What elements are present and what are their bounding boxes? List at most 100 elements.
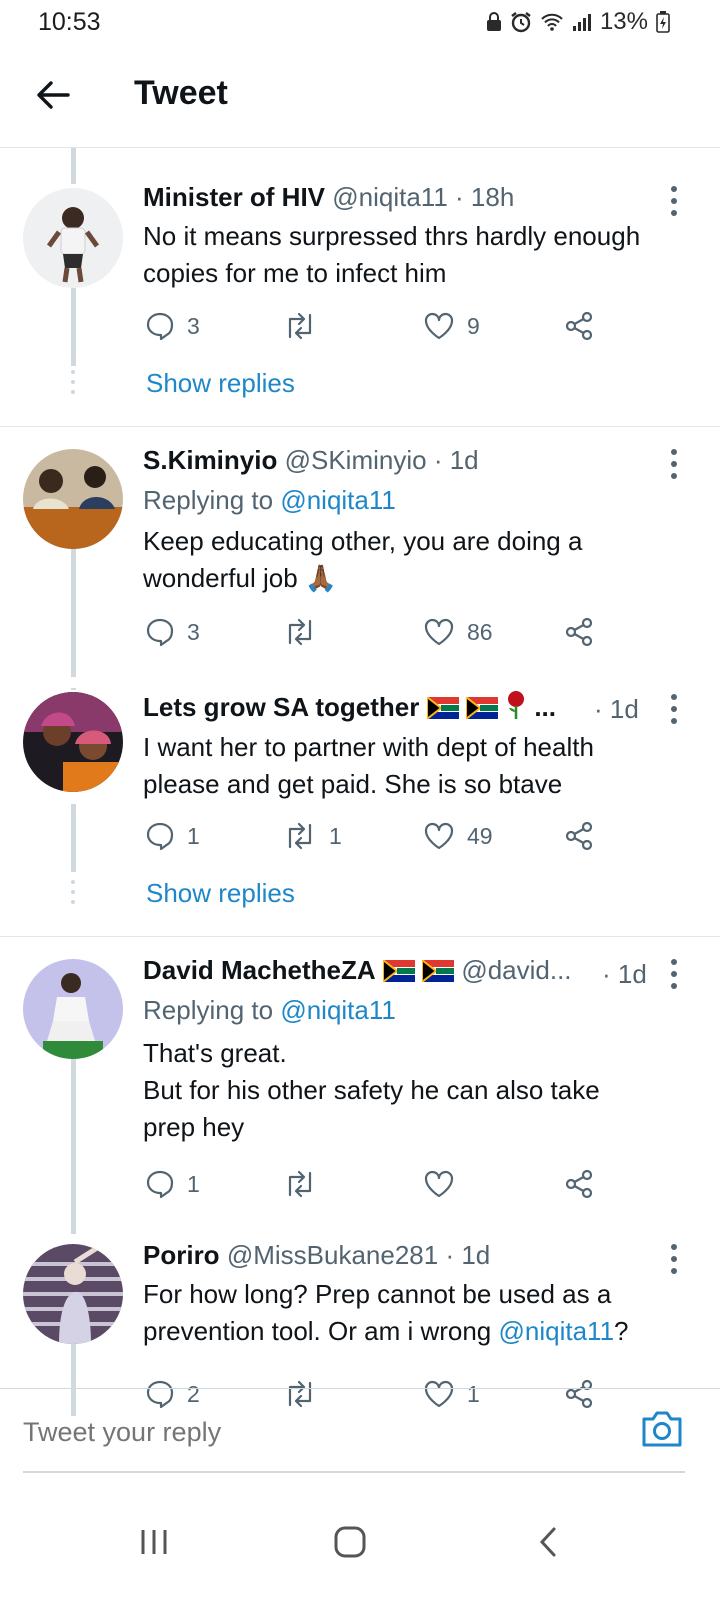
like-icon — [424, 822, 454, 850]
avatar[interactable] — [23, 188, 123, 288]
timestamp: · 1d — [602, 959, 647, 989]
tweet[interactable]: David MachetheZA @david... · 1d Replying… — [0, 937, 720, 1234]
tweet-text-line: please and get paid. She is so btave — [143, 769, 563, 799]
show-replies-link[interactable]: Show replies — [146, 368, 295, 399]
like-icon — [424, 618, 454, 646]
thread-continuation-dots — [69, 370, 77, 394]
display-name[interactable]: David MachetheZA — [143, 955, 376, 985]
share-icon — [565, 617, 593, 647]
tweet-text-line: I want her to partner with dept of healt… — [143, 732, 594, 762]
handle[interactable]: @david... — [461, 955, 571, 985]
reply-button[interactable]: 1 — [145, 1166, 200, 1202]
timestamp: · 1d — [445, 1240, 491, 1270]
retweet-button[interactable] — [283, 308, 329, 344]
reply-feed[interactable]: Minister of HIV @niqita11 · 18h No it me… — [0, 148, 720, 1416]
replying-to-label: Replying to — [143, 485, 274, 515]
reply-button[interactable]: 3 — [145, 308, 200, 344]
handle[interactable]: @SKiminyio — [285, 445, 427, 475]
folded-hands-emoji: 🙏🏾 — [304, 563, 338, 593]
tweet-text-line: copies for me to infect him — [143, 258, 447, 288]
display-name[interactable]: Poriro — [143, 1240, 220, 1270]
more-options-button[interactable] — [668, 1244, 680, 1274]
share-button[interactable] — [563, 308, 595, 344]
like-button[interactable] — [423, 1166, 467, 1202]
replying-to: Replying to @niqita11 — [143, 485, 396, 516]
replying-to-label: Replying to — [143, 995, 274, 1025]
reply-icon — [146, 822, 174, 851]
display-name[interactable]: S.Kiminyio — [143, 445, 277, 475]
status-time: 10:53 — [38, 8, 101, 36]
reply-count: 3 — [187, 618, 200, 645]
tweet[interactable]: S.Kiminyio @SKiminyio · 1d Replying to @… — [0, 427, 720, 677]
tweet-header: Lets grow SA together ... — [143, 690, 593, 727]
reply-count: 1 — [187, 1170, 200, 1197]
more-options-button[interactable] — [668, 694, 680, 724]
share-icon — [565, 311, 593, 341]
avatar[interactable] — [23, 959, 123, 1059]
like-button[interactable]: 86 — [423, 614, 493, 650]
camera-button[interactable] — [640, 1409, 684, 1453]
timestamp: · 1d — [433, 445, 479, 475]
more-options-button[interactable] — [668, 959, 680, 989]
retweet-icon — [288, 312, 312, 340]
tweet[interactable]: Lets grow SA together ... · 1d I want he… — [0, 688, 720, 936]
retweet-button[interactable] — [283, 1166, 329, 1202]
tweet-text-line: For how long? Prep cannot be used as a — [143, 1279, 612, 1309]
share-button[interactable] — [563, 614, 595, 650]
like-button[interactable]: 9 — [423, 308, 480, 344]
battery-charging-icon — [656, 11, 670, 33]
more-options-button[interactable] — [668, 186, 680, 216]
more-options-button[interactable] — [668, 449, 680, 479]
display-name[interactable]: Minister of HIV — [143, 182, 325, 212]
south-africa-flag-icon — [421, 957, 455, 989]
reply-input-underline — [23, 1471, 685, 1473]
reply-button[interactable]: 1 — [145, 818, 200, 854]
tweet-text-line: wonderful job 🙏🏾 — [143, 563, 338, 593]
like-icon — [424, 1170, 454, 1198]
top-app-bar: Tweet — [0, 46, 720, 148]
tweet-header: Poriro @MissBukane281 · 1d — [143, 1240, 490, 1271]
tweet[interactable]: Minister of HIV @niqita11 · 18h No it me… — [0, 148, 720, 426]
share-icon — [565, 821, 593, 851]
signal-icon — [572, 12, 592, 32]
avatar[interactable] — [23, 1244, 123, 1344]
mention-link[interactable]: @niqita11 — [499, 1316, 615, 1346]
tweet-actions: 3 86 — [143, 614, 613, 650]
retweet-button[interactable]: 1 — [283, 818, 342, 854]
mention-link[interactable]: @niqita11 — [280, 995, 396, 1025]
tweet-header: David MachetheZA @david... — [143, 955, 572, 989]
share-button[interactable] — [563, 1166, 595, 1202]
handle[interactable]: @niqita11 — [332, 182, 448, 212]
share-button[interactable] — [563, 818, 595, 854]
back-arrow-icon — [37, 81, 70, 109]
reply-input[interactable] — [23, 1417, 583, 1448]
like-count: 49 — [467, 822, 493, 849]
handle[interactable]: @MissBukane281 — [227, 1240, 438, 1270]
back-button[interactable] — [28, 70, 78, 120]
mention-link[interactable]: @niqita11 — [280, 485, 396, 515]
show-replies-link[interactable]: Show replies — [146, 878, 295, 909]
tweet-text: For how long? Prep cannot be used as a p… — [143, 1276, 693, 1350]
rose-icon — [505, 690, 527, 727]
system-navigation-bar — [0, 1490, 720, 1600]
reply-icon — [146, 1170, 174, 1199]
avatar[interactable] — [23, 692, 123, 792]
tweet-text: Keep educating other, you are doing a wo… — [143, 523, 693, 597]
thread-line — [71, 549, 76, 677]
south-africa-flag-icon — [464, 694, 498, 726]
reply-count: 3 — [187, 312, 200, 339]
tweet-text: I want her to partner with dept of healt… — [143, 729, 693, 803]
like-button[interactable]: 49 — [423, 818, 493, 854]
display-name[interactable]: Lets grow SA together — [143, 692, 419, 722]
back-nav-button[interactable] — [518, 1512, 578, 1572]
reply-button[interactable]: 3 — [145, 614, 200, 650]
home-button[interactable] — [320, 1512, 380, 1572]
retweet-button[interactable] — [283, 614, 329, 650]
camera-icon — [642, 1411, 682, 1447]
recent-apps-button[interactable] — [124, 1512, 184, 1572]
tweet-text-line: Keep educating other, you are doing a — [143, 526, 583, 556]
tweet-text-line: prevention tool. Or am i wrong @niqita11… — [143, 1316, 629, 1346]
recent-apps-icon — [141, 1530, 167, 1554]
avatar[interactable] — [23, 449, 123, 549]
like-count: 86 — [467, 618, 493, 645]
